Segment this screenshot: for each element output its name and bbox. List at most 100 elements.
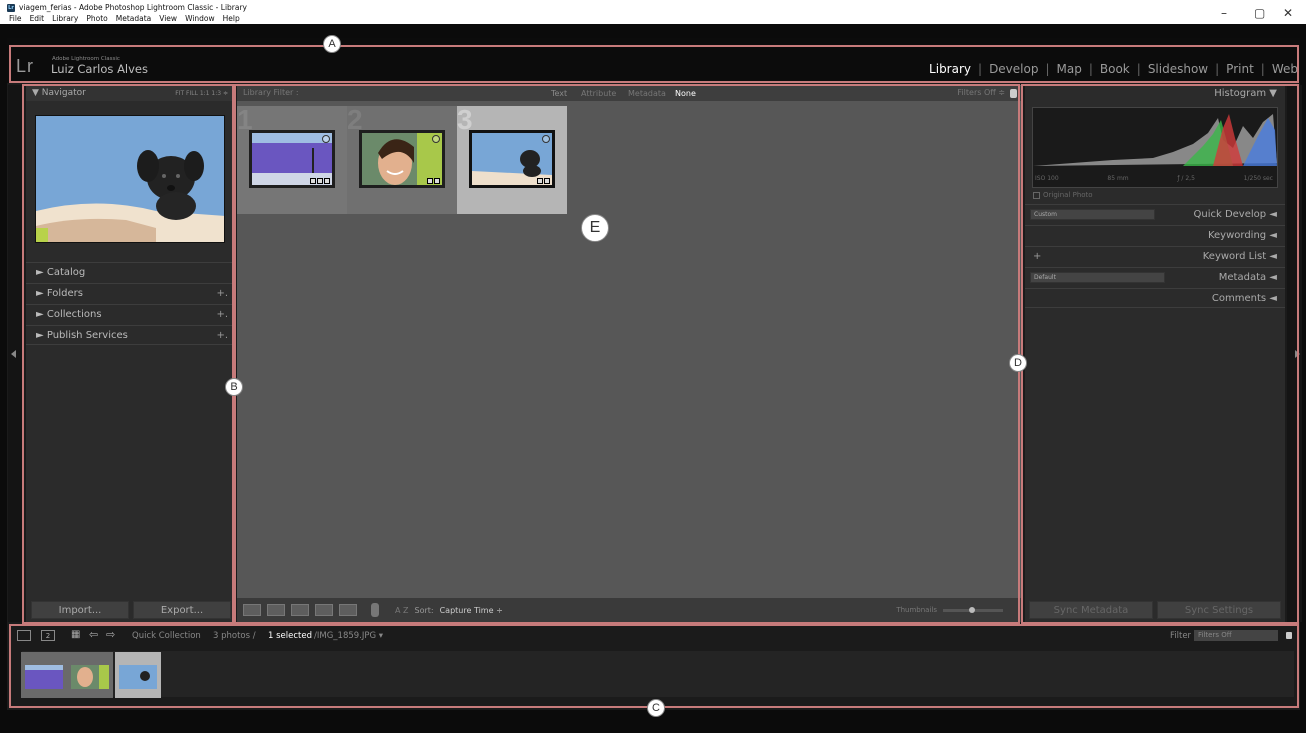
compare-view-icon[interactable] <box>291 604 309 616</box>
menu-bar: File Edit Library Photo Metadata View Wi… <box>9 14 240 23</box>
export-button[interactable]: Export... <box>133 601 231 619</box>
left-panel: ▼ Navigator FIT FILL 1:1 1:3 ≑ ► Catalog… <box>26 85 234 622</box>
navigator-header[interactable]: ▼ Navigator FIT FILL 1:1 1:3 ≑ <box>26 85 234 101</box>
forward-arrow-icon[interactable]: ⇨ <box>106 628 115 641</box>
maximize-button[interactable]: ▢ <box>1254 6 1265 20</box>
collapse-right-icon <box>1295 350 1300 358</box>
filter-tab-attribute[interactable]: Attribute <box>581 89 616 98</box>
grid-cell-selected[interactable]: 3 <box>457 104 567 214</box>
catalog-section[interactable]: ► Catalog <box>26 262 234 282</box>
window-titlebar: Lr viagem_ferias - Adobe Photoshop Light… <box>0 0 1306 24</box>
import-button[interactable]: Import... <box>31 601 129 619</box>
second-window-icon[interactable]: 2 <box>41 630 55 641</box>
painter-icon[interactable] <box>371 603 379 617</box>
quick-collection-marker-icon[interactable] <box>432 135 440 143</box>
menu-library[interactable]: Library <box>52 14 78 23</box>
module-library[interactable]: Library <box>929 62 971 76</box>
grid-view-icon[interactable] <box>243 604 261 616</box>
quick-collection-marker-icon[interactable] <box>322 135 330 143</box>
module-map[interactable]: Map <box>1057 62 1082 76</box>
library-filter-bar: Library Filter : Text Attribute Metadata… <box>237 86 1021 101</box>
minimize-button[interactable]: – <box>1221 6 1227 20</box>
filmstrip-filter-dropdown[interactable]: Filters Off <box>1194 630 1278 641</box>
sort-label: Sort: <box>414 605 434 615</box>
grid-cell[interactable]: 1 <box>237 104 347 214</box>
navigator-preview-image[interactable] <box>35 115 225 243</box>
add-folder-button[interactable]: +. <box>216 288 228 299</box>
folders-section[interactable]: ► Folders +. <box>26 283 234 303</box>
people-view-icon[interactable] <box>339 604 357 616</box>
filmstrip-header: 1 2 ▦ ⇦ ⇨ Quick Collection 3 photos / 1 … <box>7 625 1300 649</box>
menu-photo[interactable]: Photo <box>86 14 107 23</box>
filter-tab-none[interactable]: None <box>675 89 696 98</box>
metadata-panel[interactable]: Default Metadata ◄ <box>1025 267 1285 287</box>
sort-direction-icon[interactable]: A Z <box>395 606 409 615</box>
left-panel-collapse-strip[interactable] <box>8 85 23 622</box>
filmstrip-thumb-selected[interactable] <box>115 652 161 698</box>
keywording-panel[interactable]: Keywording ◄ <box>1025 225 1285 245</box>
menu-file[interactable]: File <box>9 14 22 23</box>
sort-dropdown[interactable]: Capture Time ÷ <box>440 606 503 615</box>
add-keyword-button[interactable]: + <box>1033 251 1041 262</box>
grid-cell[interactable]: 2 <box>347 104 457 214</box>
selected-file-name[interactable]: /IMG_1859.JPG ▾ <box>314 631 383 641</box>
add-publish-service-button[interactable]: +. <box>216 330 228 341</box>
navigator-zoom-options[interactable]: FIT FILL 1:1 1:3 ≑ <box>175 90 228 97</box>
catalog-label: ► Catalog <box>36 267 86 278</box>
sync-settings-button[interactable]: Sync Settings <box>1157 601 1281 619</box>
photo-thumbnail[interactable] <box>249 130 335 188</box>
filmstrip-thumb[interactable] <box>21 652 67 698</box>
thumbnail-size-slider[interactable] <box>943 606 1003 613</box>
menu-view[interactable]: View <box>159 14 177 23</box>
module-separator: | <box>1136 62 1141 76</box>
collections-section[interactable]: ► Collections +. <box>26 304 234 324</box>
filmstrip-portrait-photo <box>71 665 109 689</box>
checkbox-icon[interactable] <box>1033 191 1040 199</box>
grid-shortcut-icon[interactable]: ▦ <box>71 629 80 640</box>
module-separator: | <box>1088 62 1093 76</box>
menu-help[interactable]: Help <box>223 14 240 23</box>
filmstrip[interactable] <box>22 651 1294 697</box>
survey-view-icon[interactable] <box>315 604 333 616</box>
folders-label: ► Folders <box>36 288 83 299</box>
preset-dropdown[interactable]: Custom <box>1030 209 1155 220</box>
menu-window[interactable]: Window <box>185 14 215 23</box>
filmstrip-lock-icon[interactable] <box>1286 632 1292 639</box>
right-panel-collapse-strip[interactable] <box>1287 85 1302 622</box>
filmstrip-thumb[interactable] <box>67 652 113 698</box>
comments-panel[interactable]: Comments ◄ <box>1025 288 1285 308</box>
source-label[interactable]: Quick Collection <box>132 631 201 641</box>
add-collection-button[interactable]: +. <box>216 309 228 320</box>
histogram-title[interactable]: Histogram ▼ <box>1214 88 1277 99</box>
metadata-preset-dropdown[interactable]: Default <box>1030 272 1165 283</box>
menu-edit[interactable]: Edit <box>30 14 45 23</box>
module-print[interactable]: Print <box>1226 62 1254 76</box>
menu-metadata[interactable]: Metadata <box>116 14 152 23</box>
photo-thumbnail[interactable] <box>469 130 555 188</box>
sync-metadata-button[interactable]: Sync Metadata <box>1029 601 1153 619</box>
module-separator: | <box>978 62 983 76</box>
quick-develop-panel[interactable]: Custom Quick Develop ◄ <box>1025 204 1285 224</box>
filter-tab-text[interactable]: Text <box>551 89 567 98</box>
original-photo-toggle[interactable]: Original Photo <box>1033 191 1093 199</box>
filter-lock-icon[interactable] <box>1010 89 1017 98</box>
main-window-icon[interactable]: 1 <box>17 630 31 641</box>
module-slideshow[interactable]: Slideshow <box>1148 62 1208 76</box>
loupe-view-icon[interactable] <box>267 604 285 616</box>
filter-tab-metadata[interactable]: Metadata <box>628 89 666 98</box>
module-separator: | <box>1215 62 1220 76</box>
quick-collection-marker-icon[interactable] <box>542 135 550 143</box>
back-arrow-icon[interactable]: ⇦ <box>89 628 98 641</box>
exif-shutter: 1/250 sec <box>1243 175 1273 182</box>
close-button[interactable]: ✕ <box>1283 6 1293 20</box>
filters-off-dropdown[interactable]: Filters Off ≑ <box>957 88 1005 97</box>
slider-handle[interactable] <box>969 606 975 613</box>
publish-services-section[interactable]: ► Publish Services +. <box>26 325 234 345</box>
module-develop[interactable]: Develop <box>989 62 1038 76</box>
exif-aperture: ƒ / 2,5 <box>1177 175 1195 182</box>
photo-thumbnail[interactable] <box>359 130 445 188</box>
module-web[interactable]: Web <box>1272 62 1298 76</box>
keyword-list-panel[interactable]: + Keyword List ◄ <box>1025 246 1285 266</box>
module-book[interactable]: Book <box>1100 62 1130 76</box>
identity-plate <box>7 38 1300 83</box>
